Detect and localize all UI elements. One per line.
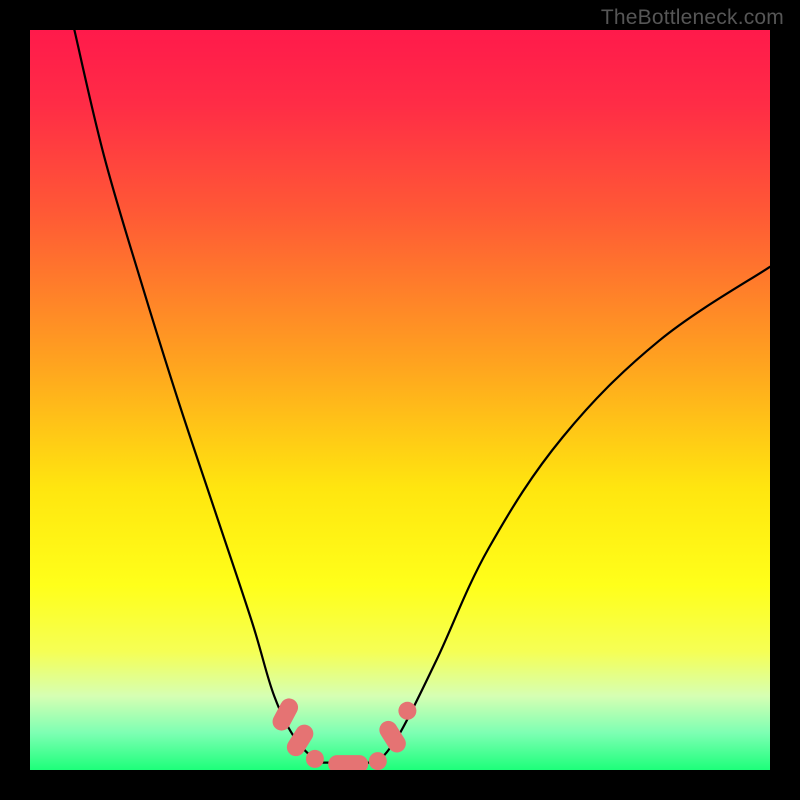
marker-2 xyxy=(306,750,324,768)
curves-layer xyxy=(30,30,770,770)
marker-0 xyxy=(269,695,301,733)
marker-4 xyxy=(369,752,387,770)
plot-area xyxy=(30,30,770,770)
chart-frame: TheBottleneck.com xyxy=(0,0,800,800)
marker-6 xyxy=(398,702,416,720)
watermark-label: TheBottleneck.com xyxy=(601,6,784,30)
series-left-curve xyxy=(74,30,318,763)
series-right-curve xyxy=(378,267,770,763)
marker-3 xyxy=(328,755,368,770)
